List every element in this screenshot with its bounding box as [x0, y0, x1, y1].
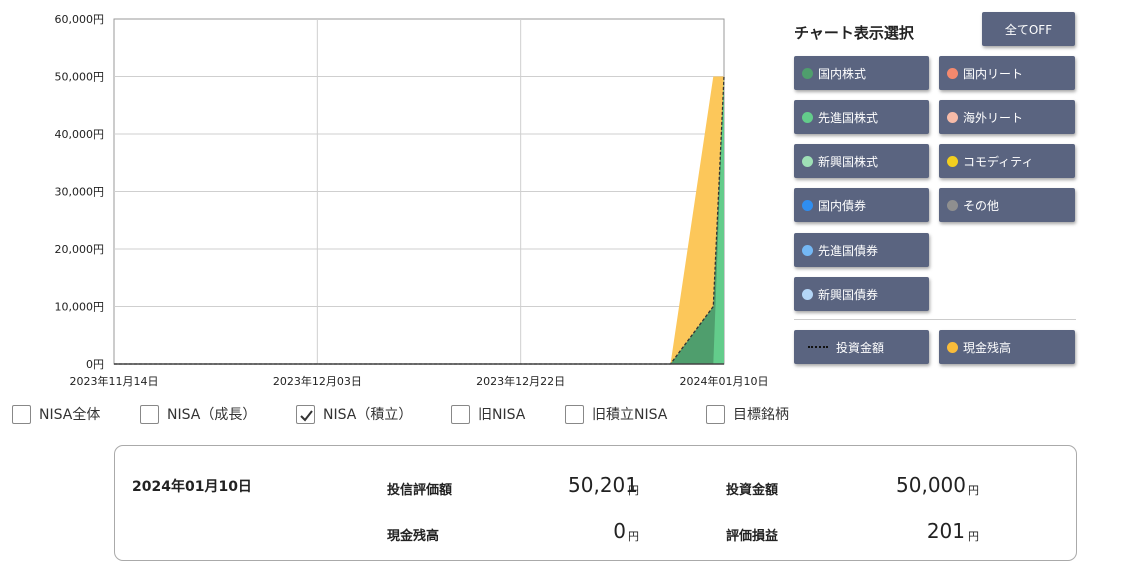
toggle-emerging-bond-button[interactable]: 新興国債券	[794, 277, 929, 311]
commodity-color-icon	[947, 155, 958, 167]
fund-value-label: 投信評価額	[387, 483, 453, 498]
summary-card: 2024年01月10日 投信評価額 50,201 円 投資金額 50,000 円…	[114, 445, 1077, 561]
invest-amount-value: 50,000	[896, 473, 966, 497]
chart-select-panel: チャート表示選択 全てOFF 国内株式 国内リート 先進国株式 海外リート 新興…	[794, 12, 1076, 368]
invest-amount-unit: 円	[968, 484, 979, 497]
checkbox[interactable]	[12, 404, 31, 424]
y-tick-label: 50,000円	[55, 71, 105, 84]
domestic-reit-color-icon	[947, 67, 958, 79]
domestic-stock-color-icon	[802, 67, 813, 79]
developed-stock-color-icon	[802, 111, 813, 123]
toggle-commodity-button[interactable]: コモディティ	[939, 144, 1075, 178]
cash-balance-unit: 円	[628, 530, 639, 543]
profit-loss-value: 201	[926, 519, 965, 543]
x-tick-label: 2023年11月14日	[70, 374, 159, 388]
panel-title: チャート表示選択	[794, 24, 914, 42]
toggle-domestic-bond-button[interactable]: 国内債券	[794, 188, 929, 222]
invest-amount-label: 投資金額	[726, 483, 779, 498]
panel-divider	[794, 319, 1076, 320]
check-label: NISA（積立）	[323, 407, 413, 423]
summary-date: 2024年01月10日	[132, 479, 252, 495]
check-label: NISA（成長）	[167, 407, 257, 423]
check-old-nisa[interactable]: 旧NISA	[451, 404, 525, 424]
domestic-bond-color-icon	[802, 199, 813, 211]
check-label: NISA全体	[39, 407, 101, 423]
toggle-label: 投資金額	[836, 340, 885, 355]
toggle-emerging-stock-button[interactable]: 新興国株式	[794, 144, 929, 178]
toggle-label: 国内債券	[818, 198, 867, 213]
cash-balance-value: 0	[613, 519, 626, 543]
cash-balance-color-icon	[947, 341, 958, 353]
toggle-invest-amount-button[interactable]: 投資金額	[794, 330, 929, 364]
emerging-bond-color-icon	[802, 288, 813, 300]
toggle-domestic-reit-button[interactable]: 国内リート	[939, 56, 1075, 90]
foreign-reit-color-icon	[947, 111, 958, 123]
toggle-other-button[interactable]: その他	[939, 188, 1075, 222]
y-tick-label: 10,000円	[55, 301, 105, 314]
checkbox[interactable]	[706, 404, 725, 424]
chart-area: 0円 10,000円 20,000円 30,000円 40,000円 50,000円 60,…	[0, 0, 780, 400]
checkbox[interactable]	[296, 404, 315, 424]
asset-chart: 0円 10,000円 20,000円 30,000円 40,000円 50,000円 60,…	[55, 13, 769, 388]
profit-loss-unit: 円	[968, 530, 979, 543]
toggle-label: 海外リート	[963, 110, 1024, 125]
x-tick-label: 2023年12月03日	[273, 374, 362, 388]
checkbox[interactable]	[565, 404, 584, 424]
toggle-label: 新興国債券	[818, 287, 879, 302]
y-tick-label: 60,000円	[55, 13, 105, 26]
toggle-label: 先進国債券	[818, 243, 879, 258]
x-tick-label: 2023年12月22日	[476, 374, 565, 388]
toggle-foreign-reit-button[interactable]: 海外リート	[939, 100, 1075, 134]
check-nisa-all[interactable]: NISA全体	[12, 404, 100, 424]
toggle-label: 現金残高	[963, 340, 1012, 355]
fund-value: 50,201	[568, 473, 638, 497]
toggle-label: 国内株式	[818, 66, 867, 81]
toggle-label: その他	[963, 198, 1000, 213]
other-color-icon	[947, 199, 958, 211]
fund-value-unit: 円	[628, 484, 639, 497]
toggle-developed-stock-button[interactable]: 先進国株式	[794, 100, 929, 134]
toggle-label: コモディティ	[963, 154, 1034, 169]
y-tick-label: 20,000円	[55, 243, 105, 256]
checkmark-icon	[300, 409, 313, 422]
y-tick-label: 0円	[86, 358, 104, 371]
toggle-label: 国内リート	[963, 66, 1024, 81]
toggle-label: 先進国株式	[818, 110, 879, 125]
y-tick-label: 30,000円	[55, 186, 105, 199]
emerging-stock-color-icon	[802, 155, 813, 167]
toggle-developed-bond-button[interactable]: 先進国債券	[794, 233, 929, 267]
check-label: 旧積立NISA	[592, 407, 668, 423]
check-target-fund[interactable]: 目標銘柄	[706, 404, 789, 424]
check-label: 旧NISA	[478, 407, 526, 423]
check-old-tsumitate-nisa[interactable]: 旧積立NISA	[565, 404, 667, 424]
toggle-cash-balance-button[interactable]: 現金残高	[939, 330, 1075, 364]
toggle-domestic-stock-button[interactable]: 国内株式	[794, 56, 929, 90]
toggle-label: 新興国株式	[818, 154, 879, 169]
check-label: 目標銘柄	[733, 407, 789, 423]
checkbox[interactable]	[140, 404, 159, 424]
checkbox[interactable]	[451, 404, 470, 424]
profit-loss-label: 評価損益	[726, 529, 779, 544]
developed-bond-color-icon	[802, 244, 813, 256]
cash-balance-label: 現金残高	[387, 529, 440, 544]
check-nisa-growth[interactable]: NISA（成長）	[140, 404, 256, 424]
account-filter: NISA全体 NISA（成長） NISA（積立） 旧NISA 旧積立NISA 目…	[12, 404, 812, 426]
all-off-button[interactable]: 全てOFF	[982, 12, 1075, 46]
y-tick-label: 40,000円	[55, 128, 105, 141]
dotted-line-icon	[808, 346, 828, 348]
x-tick-label: 2024年01月10日	[680, 374, 769, 388]
check-nisa-tsumitate[interactable]: NISA（積立）	[296, 404, 412, 424]
